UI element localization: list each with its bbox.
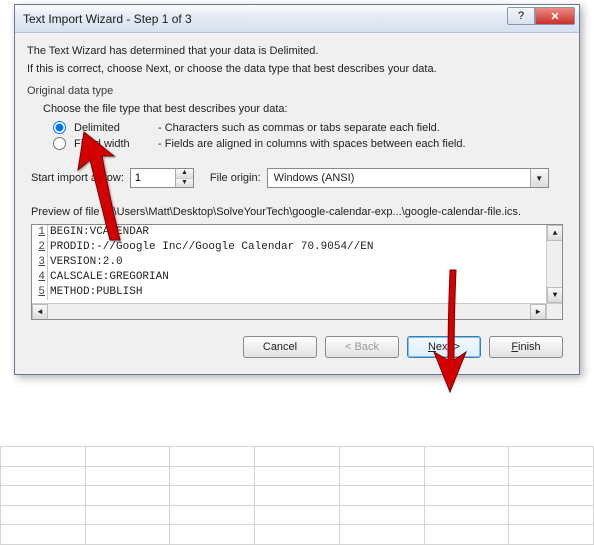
scroll-corner xyxy=(546,303,562,319)
intro-text-1: The Text Wizard has determined that your… xyxy=(27,45,567,57)
spinner-down-icon[interactable]: ▼ xyxy=(176,179,193,188)
preview-line: 1BEGIN:VCALENDAR xyxy=(32,225,546,240)
radio-delimited-label: Delimited xyxy=(74,122,154,134)
spinner-up-icon[interactable]: ▲ xyxy=(176,169,193,179)
scroll-up-icon[interactable]: ▲ xyxy=(547,225,563,241)
radio-delimited[interactable] xyxy=(53,121,66,134)
text-import-wizard-dialog: Text Import Wizard - Step 1 of 3 ? ✕ The… xyxy=(14,4,580,375)
preview-line: 2PRODID:-//Google Inc//Google Calendar 7… xyxy=(32,240,546,255)
radio-delimited-desc: - Characters such as commas or tabs sepa… xyxy=(158,122,440,134)
start-row-value[interactable] xyxy=(131,169,175,187)
file-origin-value: Windows (ANSI) xyxy=(268,170,530,186)
scroll-left-icon[interactable]: ◄ xyxy=(32,304,48,320)
radio-fixed-label: Fixed width xyxy=(74,138,154,150)
file-origin-dropdown[interactable]: Windows (ANSI) ▼ xyxy=(267,168,549,188)
start-row-label: Start import at row: xyxy=(31,172,124,184)
radio-fixed-width[interactable] xyxy=(53,137,66,150)
intro-text-2: If this is correct, choose Next, or choo… xyxy=(27,63,567,75)
radio-fixed-desc: - Fields are aligned in columns with spa… xyxy=(158,138,466,150)
titlebar-text: Text Import Wizard - Step 1 of 3 xyxy=(23,12,192,26)
file-origin-label: File origin: xyxy=(210,172,261,184)
scroll-down-icon[interactable]: ▼ xyxy=(547,287,563,303)
radio-fixed-row: Fixed width - Fields are aligned in colu… xyxy=(53,137,567,150)
back-button: < Back xyxy=(325,336,399,358)
horizontal-scrollbar[interactable]: ◄ ► xyxy=(32,303,546,319)
chevron-down-icon[interactable]: ▼ xyxy=(530,169,548,187)
help-button[interactable]: ? xyxy=(507,7,535,25)
scroll-right-icon[interactable]: ► xyxy=(530,304,546,320)
finish-button[interactable]: Finish xyxy=(489,336,563,358)
preview-box: 1BEGIN:VCALENDAR2PRODID:-//Google Inc//G… xyxy=(31,224,563,320)
preview-line: 4CALSCALE:GREGORIAN xyxy=(32,270,546,285)
start-row-spinner[interactable]: ▲ ▼ xyxy=(130,168,194,188)
spreadsheet-grid[interactable] xyxy=(0,446,594,545)
choose-text: Choose the file type that best describes… xyxy=(43,103,567,115)
group-label: Original data type xyxy=(27,85,567,97)
vertical-scrollbar[interactable]: ▲ ▼ xyxy=(546,225,562,303)
cancel-button[interactable]: Cancel xyxy=(243,336,317,358)
preview-line: 3VERSION:2.0 xyxy=(32,255,546,270)
close-button[interactable]: ✕ xyxy=(535,7,575,25)
radio-delimited-row: Delimited - Characters such as commas or… xyxy=(53,121,567,134)
preview-label: Preview of file C:\Users\Matt\Desktop\So… xyxy=(31,206,567,218)
titlebar[interactable]: Text Import Wizard - Step 1 of 3 ? ✕ xyxy=(15,5,579,33)
next-button[interactable]: Next > xyxy=(407,336,481,358)
preview-line: 5METHOD:PUBLISH xyxy=(32,285,546,300)
